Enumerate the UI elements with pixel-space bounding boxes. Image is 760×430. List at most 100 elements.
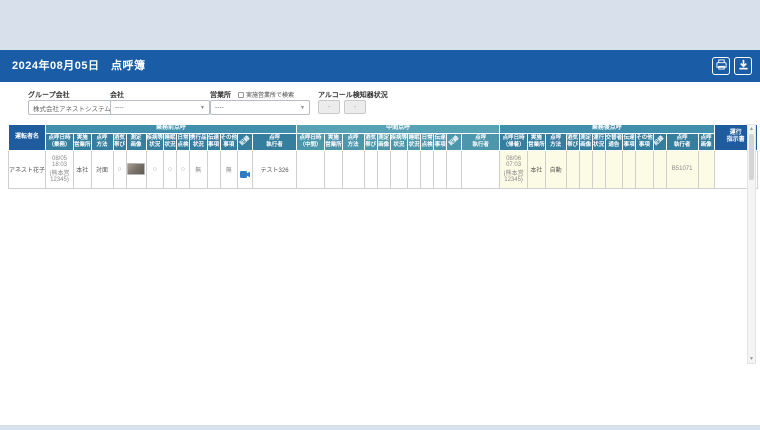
office-search-checkbox-wrap: 実施営業所で検索 bbox=[238, 90, 294, 99]
measurement-photo-thumbnail[interactable] bbox=[127, 163, 145, 175]
driver-name-cell: アネスト花子 bbox=[9, 150, 46, 188]
col-header: 点呼 画像 bbox=[698, 134, 714, 151]
after-cell bbox=[566, 150, 579, 188]
after-office-cell: 本社 bbox=[528, 150, 546, 188]
printer-icon bbox=[716, 57, 727, 75]
col-header: 測定 画像 bbox=[579, 134, 592, 151]
before-duty-group-header: 乗務前点呼 bbox=[46, 125, 297, 134]
title-bar: 2024年08月05日 点呼簿 bbox=[0, 50, 760, 82]
col-header: 伝達 事項 bbox=[623, 134, 636, 151]
group-header-row: 運転者名 乗務前点呼 中間点呼 乗務後点呼 運行 指示書 bbox=[9, 125, 758, 134]
before-datetime-cell: 08/05 18:03 (熊本営 12345) bbox=[46, 150, 74, 188]
col-header: 測定 画像 bbox=[377, 134, 390, 151]
scroll-up-icon[interactable]: ▲ bbox=[748, 125, 755, 133]
before-executor-cell: テスト326 bbox=[253, 150, 297, 188]
col-header-record: 記録 bbox=[447, 134, 462, 151]
after-datetime-cell: 08/06 07:03 (熊本営 12345) bbox=[500, 150, 528, 188]
before-office-cell: 本社 bbox=[74, 150, 92, 188]
office-select[interactable]: ---- ▼ bbox=[210, 100, 310, 115]
vertical-scrollbar[interactable]: ▲ ▼ bbox=[747, 124, 756, 364]
before-message-cell bbox=[207, 150, 220, 188]
page-title: 2024年08月05日 点呼簿 bbox=[12, 50, 145, 82]
before-alcohol-cell: ○ bbox=[113, 150, 126, 188]
col-header: 点呼 執行者 bbox=[253, 134, 297, 151]
col-header: 点呼日時 （帰着） bbox=[500, 134, 528, 151]
middle-cell bbox=[421, 150, 434, 188]
rollcall-table: 運転者名 乗務前点呼 中間点呼 乗務後点呼 運行 指示書 点呼日時 （乗務） 実… bbox=[8, 124, 758, 189]
middle-record-cell bbox=[447, 150, 462, 188]
col-header: 疾病等 状況 bbox=[146, 134, 164, 151]
col-header: 点呼 方法 bbox=[545, 134, 566, 151]
download-button[interactable] bbox=[734, 57, 752, 75]
after-cell bbox=[636, 150, 654, 188]
col-header: 交替者 通告 bbox=[605, 134, 623, 151]
company-value: ---- bbox=[115, 104, 124, 111]
scrollbar-thumb[interactable] bbox=[749, 134, 754, 180]
before-daily-check-cell: ○ bbox=[177, 150, 190, 188]
col-header: 実施 営業所 bbox=[528, 134, 546, 151]
col-header: 実施 営業所 bbox=[74, 134, 92, 151]
col-header: 日常 点検 bbox=[421, 134, 434, 151]
group-company-label: グループ会社 bbox=[28, 90, 70, 100]
col-header: 日常 点検 bbox=[177, 134, 190, 151]
middle-office-cell bbox=[325, 150, 343, 188]
office-search-checkbox-label: 実施営業所で検索 bbox=[246, 90, 294, 99]
middle-cell bbox=[408, 150, 421, 188]
group-company-select[interactable]: 株式会社アネストシステム（デ... ▼ bbox=[28, 100, 114, 115]
col-header: 携行品 状況 bbox=[190, 134, 208, 151]
col-header: 酒気 帯び bbox=[566, 134, 579, 151]
after-method-cell: 自動 bbox=[545, 150, 566, 188]
chevron-down-icon: ▼ bbox=[200, 105, 205, 111]
after-cell bbox=[605, 150, 623, 188]
print-button[interactable] bbox=[712, 57, 730, 75]
before-illness-cell: ○ bbox=[146, 150, 164, 188]
column-header-row: 点呼日時 （乗務） 実施 営業所 点呼 方法 酒気 帯び 測定 画像 疾病等 状… bbox=[9, 134, 758, 151]
middle-cell bbox=[434, 150, 447, 188]
after-record-cell bbox=[653, 150, 666, 188]
col-header: 睡眠 状況 bbox=[164, 134, 177, 151]
before-other-cell: 無 bbox=[220, 150, 238, 188]
intermediate-group-header: 中間点呼 bbox=[297, 125, 500, 134]
middle-executor-cell bbox=[462, 150, 500, 188]
after-image-cell bbox=[698, 150, 714, 188]
middle-cell bbox=[390, 150, 408, 188]
col-header: 酒気 帯び bbox=[113, 134, 126, 151]
col-header-record: 記録 bbox=[653, 134, 666, 151]
office-search-checkbox[interactable] bbox=[238, 92, 244, 98]
col-header: 点呼 方法 bbox=[342, 134, 364, 151]
driver-name-header: 運転者名 bbox=[9, 125, 46, 151]
before-sleep-cell: ○ bbox=[164, 150, 177, 188]
alcohol-detector-left-select[interactable]: - bbox=[318, 100, 340, 114]
col-header: 酒気 帯び bbox=[364, 134, 377, 151]
alcohol-detector-right-select[interactable]: - bbox=[344, 100, 366, 114]
after-executor-cell: B51071 bbox=[666, 150, 698, 188]
scroll-down-icon[interactable]: ▼ bbox=[748, 355, 755, 363]
content-area: グループ会社 株式会社アネストシステム（デ... ▼ 会社 ---- ▼ 営業所… bbox=[0, 82, 760, 425]
rollcall-table-wrap: 運転者名 乗務前点呼 中間点呼 乗務後点呼 運行 指示書 点呼日時 （乗務） 実… bbox=[8, 124, 758, 189]
middle-datetime-cell bbox=[297, 150, 325, 188]
col-header: 点呼 執行者 bbox=[462, 134, 500, 151]
after-cell bbox=[592, 150, 605, 188]
download-icon bbox=[738, 57, 749, 75]
chevron-down-icon: ▼ bbox=[300, 105, 305, 111]
col-header: 測定 画像 bbox=[126, 134, 146, 151]
title-bar-actions bbox=[712, 57, 752, 75]
after-cell bbox=[579, 150, 592, 188]
company-select[interactable]: ---- ▼ bbox=[110, 100, 210, 115]
middle-method-cell bbox=[342, 150, 364, 188]
before-measurement-image-cell bbox=[126, 150, 146, 188]
office-value: ---- bbox=[215, 104, 224, 111]
col-header: 点呼 執行者 bbox=[666, 134, 698, 151]
col-header-record: 記録 bbox=[238, 134, 253, 151]
before-record-cell bbox=[238, 150, 253, 188]
col-header: 実施 営業所 bbox=[325, 134, 343, 151]
before-belongings-cell: 無 bbox=[190, 150, 208, 188]
col-header: 睡眠 状況 bbox=[408, 134, 421, 151]
record-movie-icon[interactable] bbox=[240, 165, 250, 180]
col-header: その他 事項 bbox=[220, 134, 238, 151]
after-cell bbox=[623, 150, 636, 188]
after-duty-group-header: 乗務後点呼 bbox=[500, 125, 715, 134]
col-header: 点呼日時 （中間） bbox=[297, 134, 325, 151]
col-header: その他 事項 bbox=[636, 134, 654, 151]
middle-cell bbox=[364, 150, 377, 188]
